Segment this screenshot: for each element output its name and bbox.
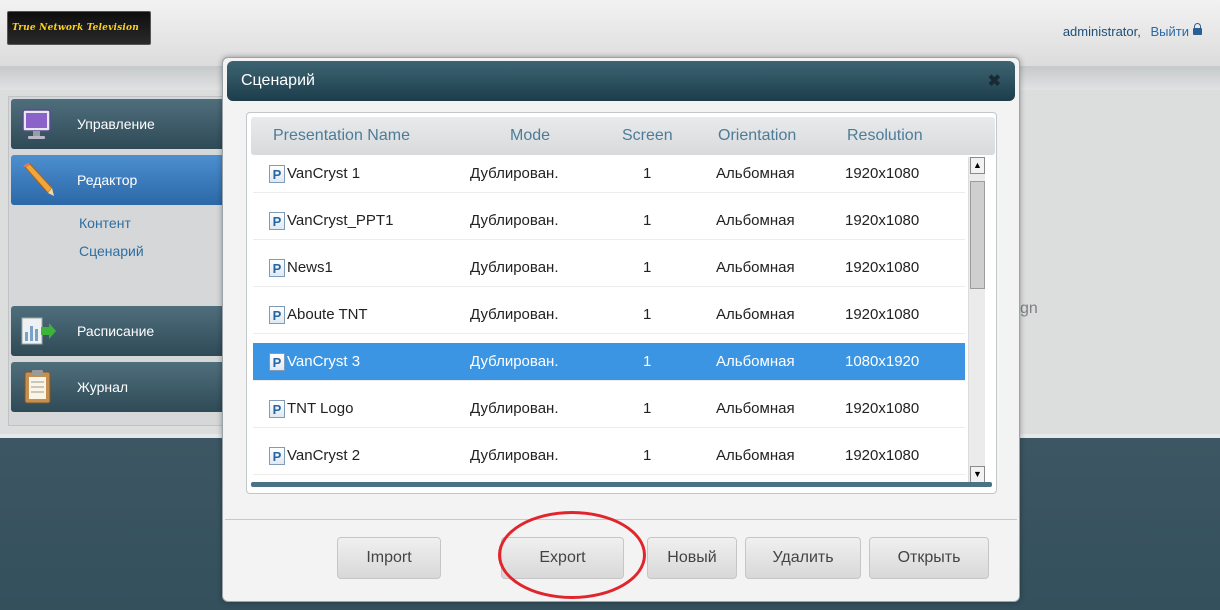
table-row[interactable]: P VanCryst 1 Дублирован. 1 Альбомная 192… [253, 155, 965, 193]
scroll-up-icon[interactable]: ▲ [970, 157, 985, 174]
background-text-fragment: gn [1020, 300, 1038, 317]
table-row[interactable]: P News1 Дублирован. 1 Альбомная 1920x108… [253, 249, 965, 287]
cell-resolution: 1920x1080 [845, 400, 920, 417]
table-row[interactable]: P VanCryst_PPT1 Дублирован. 1 Альбомная … [253, 202, 965, 240]
username: administrator [1062, 24, 1138, 39]
column-header-resolution[interactable]: Resolution [847, 127, 923, 145]
chart-arrow-icon [21, 317, 56, 345]
monitor-icon [22, 109, 51, 139]
cell-orientation: Альбомная [716, 306, 795, 323]
cell-resolution: 1920x1080 [845, 306, 920, 323]
cell-mode: Дублирован. [470, 165, 559, 182]
new-button[interactable]: Новый [647, 537, 737, 579]
user-separator: , [1137, 24, 1141, 39]
cell-screen: 1 [643, 400, 652, 417]
logout-link[interactable]: Выйти [1151, 24, 1190, 39]
presentation-icon: P [269, 353, 285, 371]
clipboard-icon [24, 370, 51, 404]
cell-name: Aboute TNT [287, 306, 368, 323]
cell-orientation: Альбомная [716, 259, 795, 276]
nav-item-schedule[interactable]: Расписание [11, 306, 236, 356]
cell-orientation: Альбомная [716, 447, 795, 464]
cell-resolution: 1920x1080 [845, 259, 920, 276]
table-row-selected[interactable]: P VanCryst 3 Дублирован. 1 Альбомная 108… [253, 343, 965, 381]
cell-name: News1 [287, 259, 333, 276]
cell-resolution: 1920x1080 [845, 212, 920, 229]
table-row[interactable]: P Aboute TNT Дублирован. 1 Альбомная 192… [253, 296, 965, 334]
nav-item-editor[interactable]: Редактор [11, 155, 236, 205]
cell-mode: Дублирован. [470, 212, 559, 229]
cell-name: VanCryst 3 [287, 353, 361, 370]
cell-orientation: Альбомная [716, 353, 795, 370]
nav-label: Расписание [77, 323, 155, 339]
cell-screen: 1 [643, 259, 652, 276]
cell-orientation: Альбомная [716, 165, 795, 182]
scenario-dialog: Сценарий ✖ Presentation Name Mode Screen… [222, 57, 1020, 602]
logo-text: True Network Television [12, 23, 139, 33]
lock-icon [1193, 23, 1202, 35]
subnav-scenario[interactable]: Сценарий [79, 243, 144, 259]
table-row[interactable]: P VanCryst 2 Дублирован. 1 Альбомная 192… [253, 437, 965, 475]
dialog-title: Сценарий [241, 72, 315, 89]
vertical-scrollbar[interactable]: ▲ ▼ [968, 157, 985, 483]
dialog-header: Сценарий ✖ [227, 61, 1015, 101]
cell-name: VanCryst 1 [287, 165, 361, 182]
cell-screen: 1 [643, 212, 652, 229]
column-header-screen[interactable]: Screen [622, 127, 673, 145]
presentations-table: Presentation Name Mode Screen Orientatio… [246, 112, 997, 494]
presentation-icon: P [269, 306, 285, 324]
cell-mode: Дублирован. [470, 306, 559, 323]
cell-orientation: Альбомная [716, 400, 795, 417]
subnav-content[interactable]: Контент [79, 215, 131, 231]
column-header-name[interactable]: Presentation Name [273, 127, 410, 145]
scrollbar-thumb[interactable] [970, 181, 985, 289]
nav-label: Редактор [77, 172, 138, 188]
delete-button[interactable]: Удалить [745, 537, 861, 579]
table-body: P VanCryst 1 Дублирован. 1 Альбомная 192… [253, 155, 965, 483]
cell-name: VanCryst 2 [287, 447, 361, 464]
cell-screen: 1 [643, 447, 652, 464]
cell-screen: 1 [643, 306, 652, 323]
user-box: administrator, Выйти [1062, 23, 1202, 39]
table-row[interactable]: P TNT Logo Дублирован. 1 Альбомная 1920x… [253, 390, 965, 428]
cell-mode: Дублирован. [470, 353, 559, 370]
presentation-icon: P [269, 447, 285, 465]
import-button[interactable]: Import [337, 537, 441, 579]
cell-resolution: 1920x1080 [845, 165, 920, 182]
scroll-down-icon[interactable]: ▼ [970, 466, 985, 483]
cell-resolution: 1920x1080 [845, 447, 920, 464]
cell-mode: Дублирован. [470, 400, 559, 417]
presentation-icon: P [269, 212, 285, 230]
cell-resolution: 1080x1920 [845, 353, 920, 370]
pencil-icon [23, 163, 54, 196]
presentation-icon: P [269, 259, 285, 277]
column-header-mode[interactable]: Mode [510, 127, 550, 145]
cell-mode: Дублирован. [470, 447, 559, 464]
close-icon[interactable]: ✖ [988, 71, 1001, 91]
table-header: Presentation Name Mode Screen Orientatio… [251, 117, 995, 155]
open-button[interactable]: Открыть [869, 537, 989, 579]
nav-item-management[interactable]: Управление [11, 99, 236, 149]
sidebar: Управление Редактор Контент Сценарий Рас… [8, 96, 238, 426]
cell-name: TNT Logo [287, 400, 354, 417]
cell-mode: Дублирован. [470, 259, 559, 276]
cell-screen: 1 [643, 165, 652, 182]
presentation-icon: P [269, 165, 285, 183]
nav-item-journal[interactable]: Журнал [11, 362, 236, 412]
dialog-footer-divider [225, 519, 1017, 520]
cell-name: VanCryst_PPT1 [287, 212, 394, 229]
nav-label: Управление [77, 116, 155, 132]
presentation-icon: P [269, 400, 285, 418]
table-bottom-bar [251, 482, 992, 487]
nav-label: Журнал [77, 379, 129, 395]
tnt-logo[interactable]: True Network Television [7, 11, 151, 45]
cell-orientation: Альбомная [716, 212, 795, 229]
export-highlight-circle [498, 511, 646, 599]
cell-screen: 1 [643, 353, 652, 370]
column-header-orientation[interactable]: Orientation [718, 127, 796, 145]
